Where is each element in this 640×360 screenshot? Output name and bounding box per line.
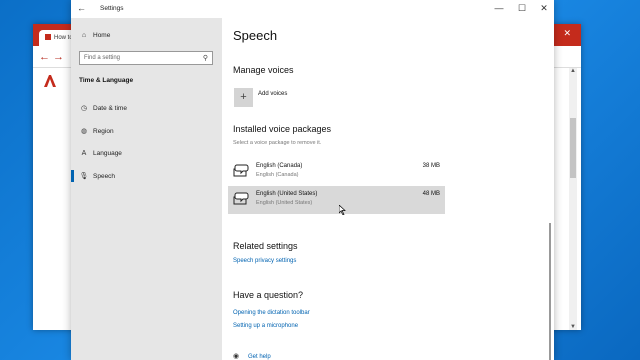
home-icon: ⌂	[81, 32, 87, 39]
language-icon: A	[81, 150, 87, 157]
sidebar-item-region[interactable]: ◍ Region	[79, 127, 114, 136]
sidebar-item-label: Home	[93, 32, 111, 39]
adobe-logo-icon	[44, 75, 56, 87]
plus-icon: +	[240, 91, 247, 103]
sidebar-item-label: Speech	[93, 172, 116, 180]
scroll-down-icon[interactable]: ▼	[570, 324, 576, 330]
voice-name: English (Canada)	[256, 163, 303, 169]
settings-content: Speech Manage voices + Add voices Instal…	[222, 18, 554, 360]
scroll-thumb[interactable]	[570, 118, 576, 178]
sidebar-item-speech[interactable]: 🎙 Speech	[79, 172, 116, 181]
sidebar-item-label: Language	[93, 150, 122, 157]
sidebar-item-label: Date & time	[93, 104, 127, 112]
sidebar-item-date-time[interactable]: ◷ Date & time	[79, 104, 127, 113]
sidebar-item-home[interactable]: ⌂ Home	[79, 32, 110, 39]
speech-bubble-monitor-icon	[233, 192, 249, 205]
get-help-link[interactable]: Get help	[248, 354, 271, 360]
window-title: Settings	[100, 5, 124, 12]
globe-icon: ◍	[80, 128, 88, 135]
calendar-clock-icon: ◷	[80, 105, 88, 112]
microphone-icon: 🎙	[79, 173, 89, 180]
settings-sidebar: ⌂ Home Find a setting ⚲ Time & Language …	[71, 18, 222, 360]
browser-close-icon[interactable]: ✕	[563, 28, 571, 39]
help-icon: ◉	[233, 353, 240, 360]
voice-subtitle: English (Canada)	[256, 172, 299, 178]
browser-scrollbar[interactable]: ▲ ▼	[569, 68, 577, 330]
speech-privacy-link[interactable]: Speech privacy settings	[233, 258, 296, 264]
content-scrollbar[interactable]	[549, 223, 551, 360]
search-placeholder: Find a setting	[84, 55, 121, 61]
installed-voices-heading: Installed voice packages	[233, 124, 332, 134]
minimize-icon[interactable]: —	[493, 3, 505, 13]
forward-arrow-icon[interactable]: →	[53, 51, 64, 63]
search-input[interactable]: Find a setting ⚲	[79, 51, 213, 65]
search-icon[interactable]: ⚲	[203, 54, 208, 62]
maximize-icon[interactable]: ☐	[516, 3, 528, 14]
favicon-icon	[45, 34, 51, 40]
mouse-cursor-icon	[339, 205, 346, 215]
voice-subtitle: English (United States)	[256, 200, 313, 206]
settings-titlebar: ← Settings — ☐ ✕	[71, 0, 554, 18]
installed-voices-hint: Select a voice package to remove it.	[233, 140, 322, 146]
sidebar-section-title: Time & Language	[79, 77, 134, 84]
browser-tab-label: How to	[54, 35, 73, 41]
voice-package-item[interactable]: English (Canada) English (Canada) 38 MB	[228, 158, 445, 186]
voice-name: English (United States)	[256, 191, 318, 197]
scroll-up-icon[interactable]: ▲	[570, 68, 576, 74]
voice-size: 38 MB	[422, 163, 440, 169]
dictation-toolbar-link[interactable]: Opening the dictation toolbar	[233, 310, 310, 316]
back-arrow-icon[interactable]: ←	[39, 51, 50, 63]
sidebar-item-label: Region	[93, 127, 114, 135]
settings-window: ← Settings — ☐ ✕ ⌂ Home Find a setting ⚲…	[71, 0, 554, 360]
sidebar-item-language[interactable]: A Language	[79, 150, 122, 157]
add-voices-label[interactable]: Add voices	[258, 91, 287, 97]
voice-size: 48 MB	[422, 191, 440, 197]
voice-package-item-selected[interactable]: English (United States) English (United …	[228, 186, 445, 214]
related-settings-heading: Related settings	[233, 241, 298, 251]
speech-bubble-monitor-icon	[233, 164, 249, 177]
close-icon[interactable]: ✕	[538, 3, 550, 14]
manage-voices-heading: Manage voices	[233, 65, 294, 75]
microphone-setup-link[interactable]: Setting up a microphone	[233, 323, 298, 329]
page-title: Speech	[233, 28, 278, 43]
question-heading: Have a question?	[233, 290, 304, 300]
add-voices-button[interactable]: +	[234, 88, 253, 107]
active-indicator	[71, 170, 74, 182]
back-arrow-icon[interactable]: ←	[77, 3, 86, 13]
